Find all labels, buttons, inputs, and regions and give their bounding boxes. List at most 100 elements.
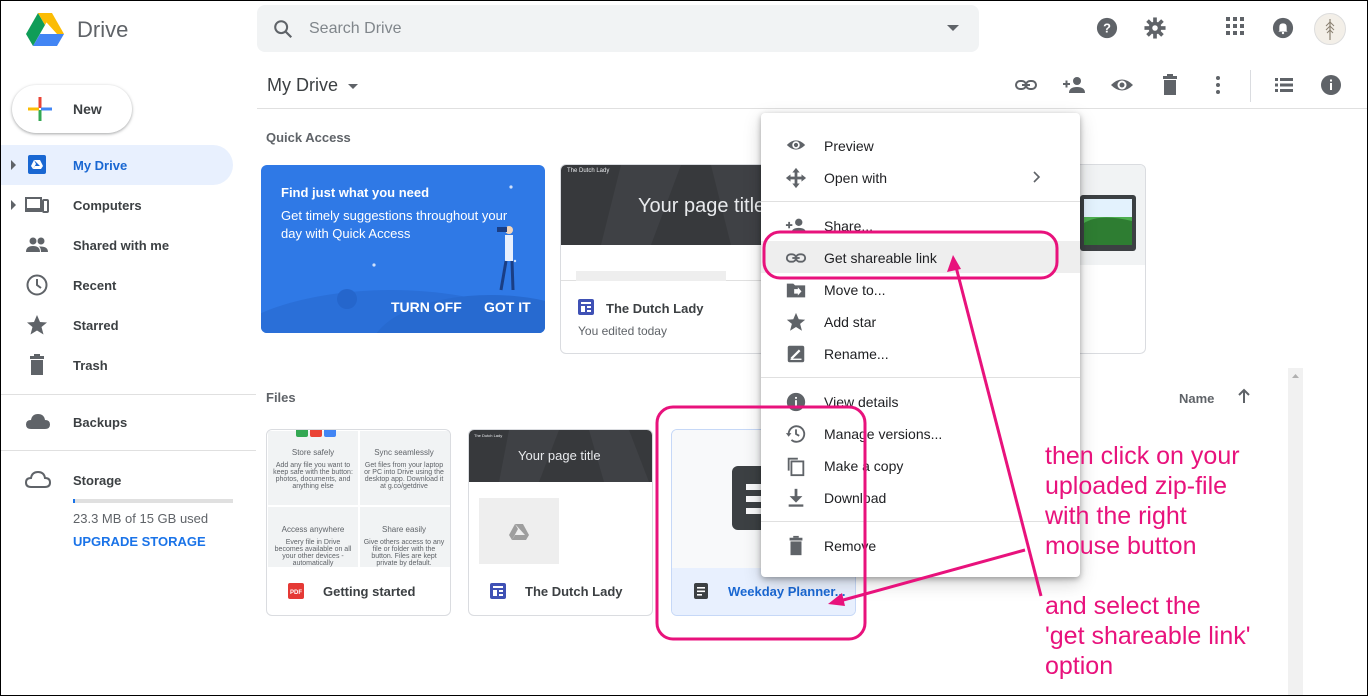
got-it-button[interactable]: GOT IT: [484, 299, 531, 315]
preview-icon[interactable]: [1110, 73, 1134, 97]
drive-placeholder-icon: [509, 524, 529, 540]
thumbnail-brand: The Dutch Lady: [567, 168, 610, 174]
menu-item-label: Get shareable link: [824, 250, 937, 266]
menu-divider: [761, 201, 1080, 202]
menu-divider: [761, 377, 1080, 378]
sidebar-item-backups[interactable]: Backups: [0, 402, 233, 442]
more-icon[interactable]: [1206, 73, 1230, 97]
menu-item-move-to[interactable]: Move to...: [761, 273, 1080, 305]
thumbnail-title: Your page title: [518, 448, 601, 463]
tip-title: Share easily: [381, 525, 427, 534]
history-icon: [785, 423, 807, 445]
chevron-down-icon[interactable]: [348, 84, 358, 89]
sidebar-item-shared-with-me[interactable]: Shared with me: [0, 225, 233, 265]
annotation-right-click-instruction: then click on your uploaded zip-file wit…: [1045, 441, 1240, 561]
add-person-icon[interactable]: [1062, 73, 1086, 97]
search-input[interactable]: [309, 17, 909, 41]
trash-icon: [25, 353, 49, 377]
link-icon: [785, 247, 807, 269]
sidebar-item-my-drive[interactable]: My Drive: [0, 145, 233, 185]
file-card-getting-started[interactable]: Store safely Add any file you want to kee…: [266, 429, 451, 616]
menu-item-label: Add star: [824, 314, 877, 330]
quick-access-label: Quick Access: [266, 130, 351, 145]
annotation-line: then click on your: [1045, 442, 1240, 470]
thumbnail-title: Your page title: [638, 195, 766, 217]
file-card-dutch-lady[interactable]: The Dutch Lady Your page title The Dutch…: [468, 429, 653, 616]
storage-usage-fill: [73, 499, 76, 503]
move-arrows-icon: [785, 167, 807, 189]
delete-icon[interactable]: [1158, 73, 1182, 97]
menu-item-make-a-copy[interactable]: Make a copy: [761, 449, 1080, 481]
help-icon[interactable]: ?: [1096, 17, 1118, 39]
sort-by-name[interactable]: Name: [1179, 391, 1214, 406]
download-icon: [785, 487, 807, 509]
sidebar-item-computers[interactable]: Computers: [0, 185, 233, 225]
sidebar-item-recent[interactable]: Recent: [0, 265, 233, 305]
search-icon[interactable]: [272, 18, 294, 40]
menu-item-view-details[interactable]: View details: [761, 385, 1080, 417]
menu-item-rename[interactable]: Rename...: [761, 337, 1080, 369]
storage-usage-bar: [73, 499, 233, 503]
sidebar-item-trash[interactable]: Trash: [0, 345, 233, 385]
menu-item-open-with[interactable]: Open with: [761, 161, 1080, 193]
list-view-icon[interactable]: [1272, 73, 1296, 97]
notifications-icon[interactable]: [1272, 17, 1294, 39]
settings-icon[interactable]: [1144, 17, 1166, 39]
menu-item-add-star[interactable]: Add star: [761, 305, 1080, 337]
menu-item-label: Download: [824, 490, 887, 506]
context-menu: Preview Open with Share... Get shareable…: [761, 113, 1080, 577]
sidebar-item-label: My Drive: [73, 158, 128, 173]
menu-item-label: Remove: [824, 538, 877, 554]
sidebar-item-storage[interactable]: Storage: [0, 460, 233, 500]
sidebar-divider: [0, 394, 256, 395]
menu-item-remove[interactable]: Remove: [761, 529, 1080, 561]
menu-item-label: Rename...: [824, 346, 889, 362]
promo-title: Find just what you need: [281, 185, 430, 200]
menu-item-manage-versions[interactable]: Manage versions...: [761, 417, 1080, 449]
annotation-line: and select the: [1045, 592, 1201, 620]
top-bar: Drive ?: [0, 0, 1368, 60]
file-name: Getting started: [323, 584, 416, 599]
storage-usage-text: 23.3 MB of 15 GB used: [73, 511, 209, 526]
cloud-outline-icon: [25, 468, 51, 492]
tip-text: Add any file you want to keep safe with …: [273, 462, 353, 490]
menu-item-share[interactable]: Share...: [761, 209, 1080, 241]
toolbar-divider: [1250, 70, 1251, 102]
getting-started-thumbnail: Store safely Add any file you want to kee…: [268, 430, 450, 567]
promo-text: Get timely suggestions throughout your d…: [281, 208, 508, 241]
sidebar-item-starred[interactable]: Starred: [0, 305, 233, 345]
menu-item-get-shareable-link[interactable]: Get shareable link: [761, 241, 1080, 273]
new-button[interactable]: New: [12, 85, 132, 133]
page-title[interactable]: My Drive: [267, 75, 338, 96]
move-to-icon: [785, 279, 807, 301]
svg-text:?: ?: [1103, 21, 1111, 36]
link-icon[interactable]: [1014, 73, 1038, 97]
scrollbar-track[interactable]: [1288, 368, 1303, 696]
search-bar[interactable]: [257, 5, 979, 52]
menu-item-label: Make a copy: [824, 458, 904, 474]
account-avatar[interactable]: [1314, 13, 1346, 45]
svg-text:PDF: PDF: [290, 590, 302, 596]
expand-arrow-icon[interactable]: [11, 160, 16, 170]
menu-item-download[interactable]: Download: [761, 481, 1080, 513]
drive-logo-icon[interactable]: [26, 13, 64, 47]
storage-label: Storage: [73, 473, 122, 488]
turn-off-button[interactable]: TURN OFF: [391, 299, 462, 315]
new-button-label: New: [73, 101, 102, 117]
search-options-caret-icon[interactable]: [947, 25, 959, 31]
tip-text: Get files from your laptop or PC into Dr…: [364, 462, 444, 490]
scroll-up-arrow-icon: [1292, 374, 1299, 378]
menu-item-preview[interactable]: Preview: [761, 129, 1080, 161]
thumbnail-page-body: [469, 482, 652, 568]
sidebar-item-label: Shared with me: [73, 238, 170, 253]
sort-ascending-arrow-icon[interactable]: [1236, 388, 1252, 404]
star-icon: [25, 313, 49, 337]
annotation-line: mouse button: [1045, 532, 1197, 560]
upgrade-storage-link[interactable]: UPGRADE STORAGE: [73, 534, 206, 549]
info-icon[interactable]: [1319, 73, 1343, 97]
file-name: The Dutch Lady: [606, 301, 704, 316]
expand-arrow-icon[interactable]: [11, 200, 16, 210]
apps-icon[interactable]: [1226, 17, 1244, 35]
menu-item-label: Preview: [824, 138, 874, 154]
app-name[interactable]: Drive: [77, 17, 128, 43]
